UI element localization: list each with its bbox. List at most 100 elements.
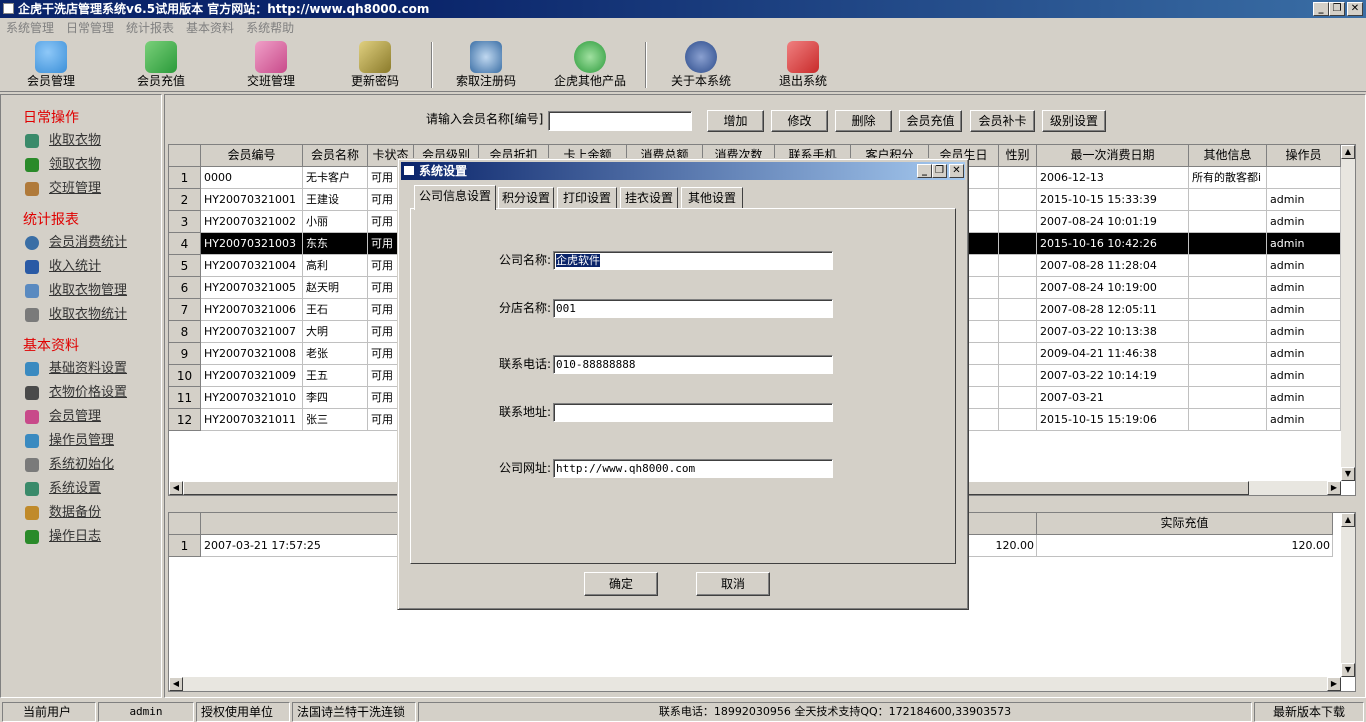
table-corner [169, 513, 201, 535]
sidebar-item-consumption-stats[interactable]: 会员消费统计 [1, 231, 161, 255]
table-cell: 2007-03-22 10:13:38 [1037, 321, 1189, 343]
row-number: 2 [169, 189, 201, 211]
tab-print[interactable]: 打印设置 [557, 187, 617, 209]
row-number: 5 [169, 255, 201, 277]
tab-company-info[interactable]: 公司信息设置 [414, 185, 496, 210]
sidebar-item-member-manage[interactable]: 会员管理 [1, 405, 161, 429]
tab-hanging[interactable]: 挂衣设置 [620, 187, 678, 209]
sidebar-item-clothes-stats[interactable]: 收取衣物统计 [1, 303, 161, 327]
table-cell [999, 189, 1037, 211]
website-field[interactable]: http://www.qh8000.com [553, 459, 833, 478]
sidebar-item-log[interactable]: 操作日志 [1, 525, 161, 549]
dialog-title-bar[interactable]: 系统设置 _ ❐ ✕ [401, 162, 965, 180]
settings-icon [25, 482, 39, 496]
tab-other[interactable]: 其他设置 [681, 187, 743, 209]
maximize-button[interactable]: ❐ [1329, 2, 1345, 16]
scroll-right-button[interactable]: ▶ [1327, 677, 1341, 691]
cancel-button[interactable]: 取消 [696, 572, 770, 596]
toolbar-shift-button[interactable]: 交班管理 [236, 38, 306, 92]
toolbar-recharge-button[interactable]: 会员充值 [126, 38, 196, 92]
column-header[interactable]: 会员编号 [201, 145, 303, 167]
horizontal-scrollbar[interactable]: ◀ ▶ [169, 677, 1341, 691]
printer-icon [25, 308, 39, 322]
toolbar-password-button[interactable]: 更新密码 [340, 38, 410, 92]
sidebar-item-price-settings[interactable]: 衣物价格设置 [1, 381, 161, 405]
table-cell [999, 167, 1037, 189]
dialog-close-button[interactable]: ✕ [949, 164, 964, 178]
toolbar-about-button[interactable]: 关于本系统 [666, 38, 736, 92]
column-header[interactable]: 性别 [999, 145, 1037, 167]
column-header[interactable]: 会员名称 [303, 145, 368, 167]
ok-button[interactable]: 确定 [584, 572, 658, 596]
table-cell: HY20070321010 [201, 387, 303, 409]
column-header[interactable]: 最一次消费日期 [1037, 145, 1189, 167]
sidebar-item-income-stats[interactable]: 收入统计 [1, 255, 161, 279]
toolbar-separator [645, 42, 647, 88]
scroll-down-button[interactable]: ▼ [1341, 663, 1355, 677]
member-recharge-button[interactable]: 会员充值 [899, 110, 962, 132]
address-field[interactable] [553, 403, 833, 422]
table-cell: admin [1267, 233, 1341, 255]
phone-field[interactable]: 010-88888888 [553, 355, 833, 374]
sidebar-item-operator-manage[interactable]: 操作员管理 [1, 429, 161, 453]
address-label: 联系地址: [498, 405, 551, 419]
sidebar-item-basic-settings[interactable]: 基础资料设置 [1, 357, 161, 381]
register-icon [470, 41, 502, 73]
sidebar-item-receive[interactable]: 收取衣物 [1, 129, 161, 153]
shift-icon [255, 41, 287, 73]
sidebar-section-reports: 统计报表 [23, 212, 79, 228]
vertical-scrollbar[interactable]: ▲ ▼ [1341, 513, 1355, 677]
shift-icon [25, 182, 39, 196]
download-link[interactable]: 最新版本下载 [1254, 702, 1364, 722]
refresh-icon [574, 41, 606, 73]
table-cell: HY20070321004 [201, 255, 303, 277]
toolbar-register-button[interactable]: 索取注册码 [448, 38, 524, 92]
close-button[interactable]: ✕ [1347, 2, 1363, 16]
menu-basic[interactable]: 基本资料 [180, 18, 240, 38]
delete-button[interactable]: 删除 [835, 110, 892, 132]
sidebar-item-shift[interactable]: 交班管理 [1, 177, 161, 201]
menu-help[interactable]: 系统帮助 [240, 18, 300, 38]
member-reissue-card-button[interactable]: 会员补卡 [970, 110, 1035, 132]
vertical-scrollbar[interactable]: ▲ ▼ [1341, 145, 1355, 481]
column-header[interactable]: 实际充值 [1037, 513, 1333, 535]
company-name-field[interactable]: 企虎软件 [553, 251, 833, 270]
window-title-bar[interactable]: 企虎干洗店管理系统v6.5试用版本 官方网站：http://www.qh8000… [0, 0, 1366, 18]
table-cell: 2006-12-13 [1037, 167, 1189, 189]
column-header[interactable]: 其他信息 [1189, 145, 1267, 167]
toolbar-products-button[interactable]: 企虎其他产品 [550, 38, 630, 92]
scroll-up-button[interactable]: ▲ [1341, 513, 1355, 527]
search-input[interactable] [548, 111, 692, 131]
company-name-value: 企虎软件 [556, 254, 600, 267]
level-settings-button[interactable]: 级别设置 [1042, 110, 1106, 132]
menu-daily[interactable]: 日常管理 [60, 18, 120, 38]
add-button[interactable]: 增加 [707, 110, 764, 132]
scroll-up-button[interactable]: ▲ [1341, 145, 1355, 159]
tab-points[interactable]: 积分设置 [498, 187, 554, 209]
scroll-right-button[interactable]: ▶ [1327, 481, 1341, 495]
sidebar-item-backup[interactable]: 数据备份 [1, 501, 161, 525]
row-number: 11 [169, 387, 201, 409]
scroll-down-button[interactable]: ▼ [1341, 467, 1355, 481]
menu-system[interactable]: 系统管理 [0, 18, 60, 38]
dialog-maximize-button[interactable]: ❐ [932, 164, 947, 178]
branch-name-field[interactable]: 001 [553, 299, 833, 318]
edit-button[interactable]: 修改 [771, 110, 828, 132]
dialog-title: 系统设置 [419, 164, 468, 178]
sidebar-item-system-settings[interactable]: 系统设置 [1, 477, 161, 501]
toolbar-exit-button[interactable]: 退出系统 [768, 38, 838, 92]
dialog-minimize-button[interactable]: _ [917, 164, 932, 178]
minimize-button[interactable]: _ [1313, 2, 1329, 16]
website-label: 公司网址: [498, 461, 551, 475]
table-cell: 王建设 [303, 189, 368, 211]
menu-reports[interactable]: 统计报表 [120, 18, 180, 38]
table-cell [999, 277, 1037, 299]
toolbar-member-button[interactable]: 会员管理 [16, 38, 86, 92]
scroll-left-button[interactable]: ◀ [169, 481, 183, 495]
sidebar-item-clothes-manage[interactable]: 收取衣物管理 [1, 279, 161, 303]
sidebar-item-pickup[interactable]: 领取衣物 [1, 153, 161, 177]
scroll-left-button[interactable]: ◀ [169, 677, 183, 691]
sidebar-item-system-init[interactable]: 系统初始化 [1, 453, 161, 477]
table-cell [1189, 321, 1267, 343]
column-header[interactable]: 操作员 [1267, 145, 1341, 167]
